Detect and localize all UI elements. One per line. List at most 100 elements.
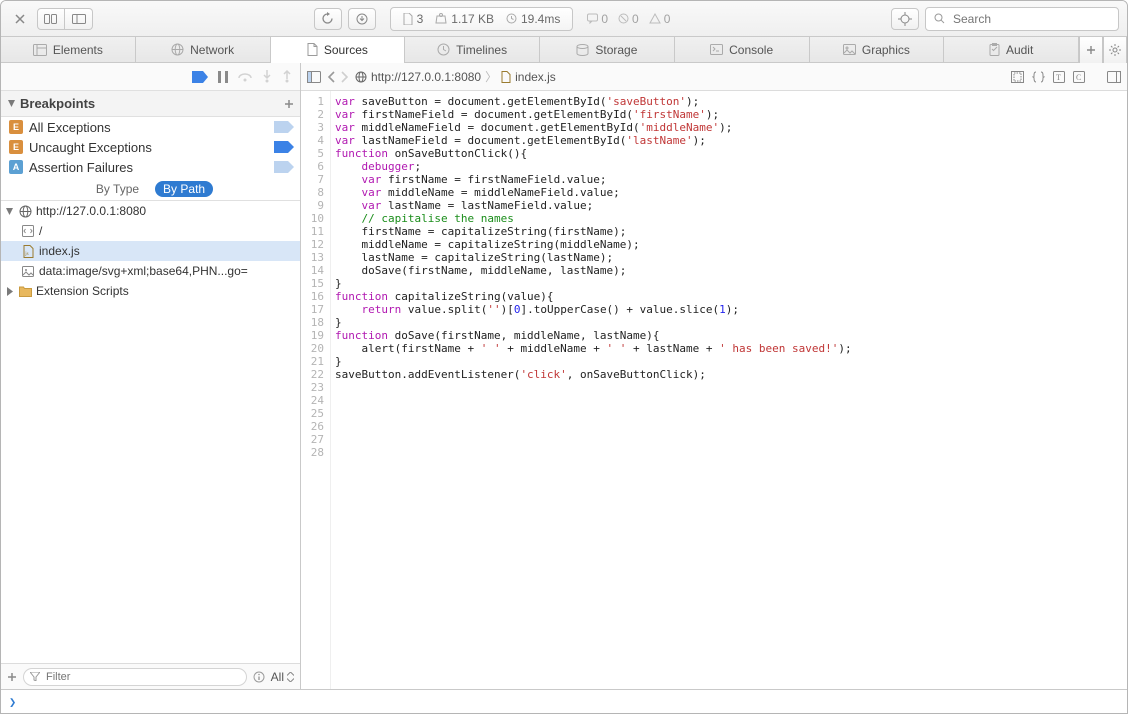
settings-button[interactable] bbox=[1103, 37, 1127, 63]
download-icon bbox=[356, 13, 368, 25]
console-drawer[interactable]: ❯ bbox=[1, 689, 1127, 713]
breakpoint-toggle-icon[interactable] bbox=[192, 71, 208, 83]
js-file-icon bbox=[501, 71, 511, 83]
type-profile-icon[interactable]: T bbox=[1053, 71, 1065, 83]
breakpoint-list: EAll Exceptions E Uncaught Exceptions AAsse… bbox=[1, 117, 300, 177]
js-file-icon: js bbox=[23, 245, 34, 258]
breadcrumb-separator-icon: 〉 bbox=[485, 68, 497, 85]
breakpoint-marker-icon[interactable] bbox=[274, 161, 294, 173]
dock-side-button[interactable] bbox=[37, 8, 65, 30]
toggle-navigator-button[interactable] bbox=[307, 71, 321, 83]
main-area: Breakpoints EAll Exceptions E Uncaught Exc… bbox=[1, 63, 1127, 689]
breakpoint-badge: E bbox=[9, 140, 23, 154]
panel-tabs: Elements Network Sources Timelines Stora… bbox=[1, 37, 1127, 63]
step-over-icon[interactable] bbox=[238, 70, 252, 82]
warning-icon bbox=[649, 13, 661, 24]
search-icon bbox=[934, 13, 945, 24]
svg-text:js: js bbox=[24, 252, 28, 257]
toggle-details-icon[interactable] bbox=[1107, 71, 1121, 83]
tree-data-url[interactable]: data:image/svg+xml;base64,PHN...go= bbox=[1, 261, 300, 281]
source-tree: http://127.0.0.1:8080 / js index.js data… bbox=[1, 201, 300, 663]
network-icon bbox=[171, 43, 184, 56]
dock-bottom-icon bbox=[72, 14, 86, 24]
download-button[interactable] bbox=[348, 8, 376, 30]
close-button[interactable] bbox=[9, 8, 31, 30]
load-time: 19.4ms bbox=[521, 12, 560, 26]
breadcrumb-file[interactable]: index.js bbox=[515, 70, 556, 84]
breakpoint-badge: A bbox=[9, 160, 23, 174]
left-panel-icon bbox=[307, 71, 321, 83]
warnings-counter[interactable]: 0 bbox=[649, 12, 671, 26]
globe-icon bbox=[355, 71, 367, 83]
console-icon bbox=[710, 44, 723, 55]
inspect-element-button[interactable] bbox=[891, 8, 919, 30]
sources-sidebar: Breakpoints EAll Exceptions E Uncaught Exc… bbox=[1, 63, 301, 689]
add-resource-button[interactable] bbox=[7, 672, 17, 682]
graphics-icon bbox=[843, 44, 856, 55]
pretty-print-icon[interactable] bbox=[1011, 71, 1024, 83]
sidebar-filter-input[interactable] bbox=[44, 670, 240, 684]
sources-icon bbox=[307, 43, 318, 56]
plus-icon bbox=[1086, 45, 1096, 55]
tab-elements[interactable]: Elements bbox=[1, 37, 136, 62]
close-icon bbox=[15, 14, 25, 24]
sidebar-filter[interactable] bbox=[23, 668, 247, 686]
crosshair-icon bbox=[898, 12, 912, 26]
document-icon bbox=[403, 13, 413, 25]
tab-audit[interactable]: Audit bbox=[944, 37, 1079, 62]
scope-selector[interactable]: All bbox=[271, 670, 294, 684]
nav-forward-button[interactable] bbox=[339, 71, 349, 83]
location-summary: 3 1.17 KB 19.4ms bbox=[390, 7, 574, 31]
braces-icon[interactable] bbox=[1032, 71, 1045, 83]
nav-back-button[interactable] bbox=[327, 71, 337, 83]
folder-icon bbox=[19, 286, 32, 297]
tree-script-indexjs[interactable]: js index.js bbox=[1, 241, 300, 261]
step-into-icon[interactable] bbox=[262, 70, 272, 83]
tree-root-document[interactable]: / bbox=[1, 221, 300, 241]
breakpoint-marker-icon[interactable] bbox=[274, 121, 294, 133]
main-toolbar: 3 1.17 KB 19.4ms 0 0 0 bbox=[1, 1, 1127, 37]
coverage-icon[interactable]: C bbox=[1073, 71, 1085, 83]
step-out-icon[interactable] bbox=[282, 70, 292, 83]
source-editor: http://127.0.0.1:8080 〉 index.js T C 123… bbox=[301, 63, 1127, 689]
breakpoints-header[interactable]: Breakpoints bbox=[1, 91, 300, 117]
search-input[interactable] bbox=[951, 11, 1110, 27]
reload-button[interactable] bbox=[314, 8, 342, 30]
breakpoint-label: All Exceptions bbox=[29, 120, 111, 135]
tab-network[interactable]: Network bbox=[136, 37, 271, 62]
code-area[interactable]: 1234567891011121314151617181920212223242… bbox=[301, 91, 1127, 689]
info-icon[interactable] bbox=[253, 671, 265, 683]
debugger-controls bbox=[1, 63, 300, 91]
breakpoint-filter: By Type By Path bbox=[1, 177, 300, 201]
tree-origin[interactable]: http://127.0.0.1:8080 bbox=[1, 201, 300, 221]
dock-bottom-button[interactable] bbox=[65, 8, 93, 30]
breakpoint-marker-icon[interactable] bbox=[274, 141, 294, 153]
filter-by-type[interactable]: By Type bbox=[88, 181, 147, 197]
messages-counter[interactable]: 0 bbox=[587, 12, 608, 26]
issues-counter[interactable]: 0 bbox=[618, 12, 639, 26]
elements-icon bbox=[33, 44, 47, 56]
global-search[interactable] bbox=[925, 7, 1119, 31]
tab-console[interactable]: Console bbox=[675, 37, 810, 62]
disclosure-triangle-icon bbox=[7, 99, 16, 108]
new-tab-button[interactable] bbox=[1079, 37, 1103, 63]
code-content[interactable]: var saveButton = document.getElementById… bbox=[331, 91, 1127, 689]
filter-by-path[interactable]: By Path bbox=[155, 181, 213, 197]
timelines-icon bbox=[437, 43, 450, 56]
tab-sources[interactable]: Sources bbox=[271, 37, 406, 62]
tab-timelines[interactable]: Timelines bbox=[405, 37, 540, 62]
chevron-right-icon bbox=[339, 71, 349, 83]
tab-storage[interactable]: Storage bbox=[540, 37, 675, 62]
pause-icon[interactable] bbox=[218, 71, 228, 83]
disclosure-triangle-icon bbox=[5, 207, 14, 216]
breakpoint-item[interactable]: EAll Exceptions bbox=[1, 117, 300, 137]
tree-extension-scripts[interactable]: Extension Scripts bbox=[1, 281, 300, 301]
sidebar-footer: All bbox=[1, 663, 300, 689]
breadcrumb-host[interactable]: http://127.0.0.1:8080 bbox=[371, 70, 481, 84]
add-breakpoint-button[interactable] bbox=[284, 99, 294, 109]
breakpoint-item[interactable]: AAssertion Failures bbox=[1, 157, 300, 177]
tab-graphics[interactable]: Graphics bbox=[810, 37, 945, 62]
breakpoint-label: Uncaught Exceptions bbox=[29, 140, 152, 155]
breakpoint-item[interactable]: E Uncaught Exceptions bbox=[1, 137, 300, 157]
disclosure-triangle-icon bbox=[5, 287, 14, 296]
